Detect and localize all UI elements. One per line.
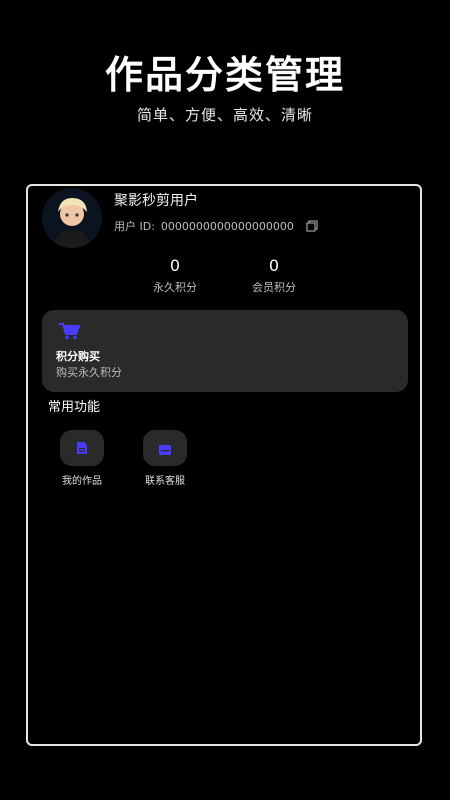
user-id-label: 用户 ID: [114,220,155,233]
username: 聚影秒剪用户 [114,193,198,209]
user-id-row: 用户 ID: 0000000000000000000 [114,218,318,234]
purchase-subtitle: 购买永久积分 [56,366,122,379]
avatar[interactable] [42,188,102,248]
hero-subtitle: 简单、方便、高效、清晰 [136,106,313,124]
section-title-functions: 常用功能 [48,400,101,415]
document-icon [76,440,88,459]
stat-permanent-points[interactable]: 0 永久积分 [130,256,220,295]
function-label: 联系客服 [145,476,185,487]
icon-box [60,430,104,466]
purchase-card[interactable]: 积分购买 购买永久积分 [42,310,408,392]
cart-icon [58,322,81,340]
copy-icon[interactable] [306,220,318,232]
stat-value: 0 [169,256,181,275]
stat-value: 0 [268,256,280,275]
stat-member-points[interactable]: 0 会员积分 [229,256,319,295]
stat-label: 会员积分 [252,281,296,294]
hero-title: 作品分类管理 [104,53,345,97]
purchase-title: 积分购买 [56,350,100,363]
phone-frame: 聚影秒剪用户 用户 ID: 0000000000000000000 0 永久积分… [26,184,422,746]
mail-icon [158,441,172,460]
function-contact-support[interactable]: 联系客服 [125,430,205,487]
user-id-value: 0000000000000000000 [160,219,294,233]
function-label: 我的作品 [62,476,102,487]
function-my-works[interactable]: 我的作品 [42,430,122,487]
stat-label: 永久积分 [153,281,197,294]
icon-box [143,430,187,466]
